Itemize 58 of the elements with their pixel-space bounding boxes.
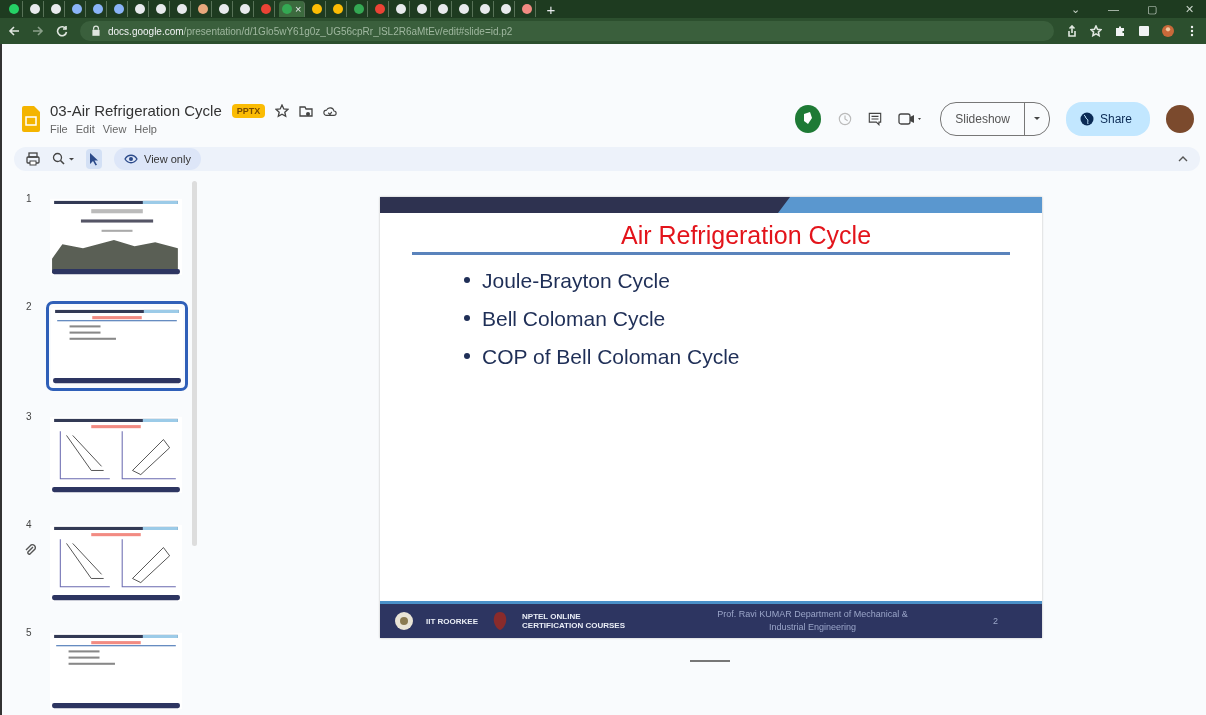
globe-icon bbox=[1079, 111, 1094, 126]
sidebar-icon[interactable] bbox=[1138, 25, 1150, 37]
slide-title: Air Refrigeration Cycle bbox=[619, 221, 873, 250]
star-icon[interactable] bbox=[275, 103, 290, 118]
caret-icon bbox=[1032, 116, 1041, 122]
eye-icon bbox=[124, 154, 138, 165]
cursor-icon bbox=[89, 152, 99, 167]
user-avatar[interactable] bbox=[1166, 104, 1194, 133]
scrollbar[interactable] bbox=[192, 181, 197, 546]
meet-presence-icon[interactable] bbox=[794, 103, 823, 134]
select-tool-button[interactable] bbox=[86, 149, 102, 170]
bullet-icon bbox=[464, 353, 470, 360]
tab-search-button[interactable]: ⌄ bbox=[1071, 2, 1080, 16]
slide-number: 1 bbox=[26, 193, 33, 204]
resize-handle[interactable] bbox=[690, 660, 730, 662]
institute-name: IIT ROORKEE bbox=[426, 616, 478, 626]
file-type-badge: PPTX bbox=[231, 103, 266, 118]
view-only-button[interactable]: View only bbox=[114, 148, 201, 171]
forward-arrow-icon[interactable] bbox=[32, 25, 44, 37]
slide-number: 5 bbox=[26, 627, 33, 638]
bullet-icon bbox=[464, 277, 470, 284]
zoom-icon[interactable] bbox=[52, 152, 74, 167]
print-icon[interactable] bbox=[26, 152, 40, 167]
reload-icon[interactable] bbox=[56, 25, 68, 37]
course-name: NPTEL ONLINE CERTIFICATION COURSES bbox=[522, 612, 626, 630]
profile-avatar-icon[interactable] bbox=[1162, 25, 1174, 37]
emblem-icon bbox=[394, 611, 414, 631]
close-button[interactable]: ✕ bbox=[1185, 2, 1194, 16]
document-title[interactable]: 03-Air Refrigeration Cycle bbox=[50, 102, 222, 120]
puzzle-icon[interactable] bbox=[1114, 25, 1126, 37]
url-field[interactable]: docs.google.com/presentation/d/1Glo5wY61g0z_UG56cpRr_lSL2R6aMtEv/edit#slide=id.p2 bbox=[80, 21, 1054, 41]
bullet-point: Joule-Brayton Cycle bbox=[464, 269, 1042, 293]
menu-item[interactable]: Help bbox=[134, 123, 157, 136]
menu-item[interactable]: Edit bbox=[75, 123, 95, 136]
page-number: 2 bbox=[993, 616, 999, 626]
slide-number: 2 bbox=[26, 301, 33, 312]
comment-icon[interactable] bbox=[868, 111, 883, 126]
close-tab-button[interactable]: × bbox=[295, 3, 302, 15]
back-arrow-icon[interactable] bbox=[8, 25, 20, 37]
maximize-button[interactable]: ▢ bbox=[1147, 2, 1157, 16]
bullet-point: COP of Bell Coloman Cycle bbox=[464, 345, 1042, 369]
move-folder-icon[interactable] bbox=[299, 103, 314, 118]
url-text: docs.google.com/presentation/d/1Glo5wY61g0z_UG56cpRr_lSL2R6aMtEv/edit#slide=id.p2 bbox=[108, 25, 513, 37]
collapse-caret-icon[interactable] bbox=[1178, 156, 1188, 163]
bullet-icon bbox=[464, 315, 470, 322]
slide-number: 3 bbox=[26, 411, 33, 422]
new-tab-button[interactable]: + bbox=[546, 0, 556, 18]
slide-number: 4 bbox=[26, 519, 33, 530]
share-icon[interactable] bbox=[1066, 25, 1078, 37]
browser-tab[interactable]: × bbox=[279, 1, 306, 17]
bullet-point: Bell Coloman Cycle bbox=[464, 307, 1042, 331]
paperclip-icon[interactable] bbox=[24, 543, 36, 557]
menu-item[interactable]: View bbox=[102, 123, 127, 136]
presenter-credit: Prof. Ravi KUMAR Department of Mechanical & Industrial Engineering bbox=[716, 608, 909, 634]
share-button[interactable]: Share bbox=[1065, 101, 1150, 136]
menu-item[interactable]: File bbox=[50, 123, 68, 136]
minimize-button[interactable]: — bbox=[1108, 2, 1119, 16]
lock-icon bbox=[90, 25, 102, 37]
